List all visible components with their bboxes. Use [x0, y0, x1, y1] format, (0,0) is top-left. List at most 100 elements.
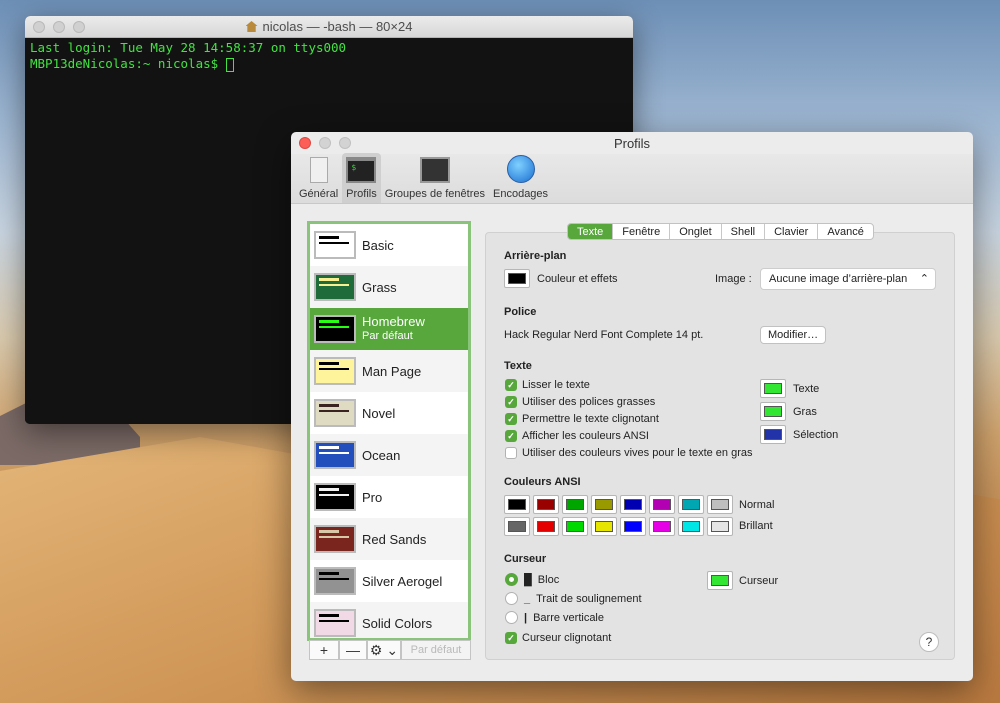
- ansi-color-well[interactable]: [533, 517, 559, 536]
- terminal-prompt: MBP13deNicolas:~ nicolas$: [30, 56, 226, 71]
- profile-default-label: Par défaut: [362, 330, 413, 342]
- toolbar-encodings[interactable]: Encodages: [489, 153, 552, 203]
- color-fill: [508, 499, 526, 510]
- text-color-well[interactable]: [760, 402, 786, 421]
- ansi-color-well[interactable]: [649, 495, 675, 514]
- ansi-color-well[interactable]: [620, 495, 646, 514]
- ansi-color-well[interactable]: [620, 517, 646, 536]
- terminal-prompt-line: MBP13deNicolas:~ nicolas$: [30, 56, 628, 72]
- profile-thumbnail: [314, 525, 356, 553]
- image-label: Image :: [715, 273, 752, 285]
- thumbnail-text: [319, 284, 349, 286]
- ansi-color-well[interactable]: [591, 495, 617, 514]
- text-option-checkbox[interactable]: ✓ Lisser le texte: [505, 379, 590, 391]
- default-profile-button[interactable]: Par défaut: [401, 640, 471, 660]
- minimize-button[interactable]: [319, 137, 331, 149]
- close-button[interactable]: [33, 21, 45, 33]
- tab-text[interactable]: Texte: [568, 224, 614, 239]
- ansi-color-well[interactable]: [678, 495, 704, 514]
- zoom-button[interactable]: [73, 21, 85, 33]
- ansi-color-well[interactable]: [504, 517, 530, 536]
- cursor-style-radio[interactable]: | Barre verticale: [505, 611, 604, 624]
- cursor-style-label: Bloc: [537, 573, 560, 586]
- preferences-window[interactable]: Profils Général Profils Groupes de fenêt…: [291, 132, 973, 681]
- profile-list[interactable]: Basic Grass Homebrew Par défaut Man Page Nove…: [307, 221, 471, 641]
- gear-menu-button[interactable]: ⚙ ⌄: [367, 640, 401, 660]
- text-option-checkbox[interactable]: Utiliser des couleurs vives pour le text…: [505, 447, 753, 459]
- text-color-well[interactable]: [760, 425, 786, 444]
- profile-item[interactable]: Pro: [310, 476, 468, 518]
- ansi-header: Couleurs ANSI: [504, 476, 581, 488]
- close-button[interactable]: [299, 137, 311, 149]
- toolbar-window-groups[interactable]: Groupes de fenêtres: [381, 153, 489, 203]
- zoom-button[interactable]: [339, 137, 351, 149]
- toolbar-general[interactable]: Général: [295, 153, 342, 203]
- tab-window[interactable]: Fenêtre: [613, 224, 671, 239]
- tab-keyboard[interactable]: Clavier: [765, 224, 819, 239]
- ansi-color-well[interactable]: [678, 517, 704, 536]
- text-option-label: Afficher les couleurs ANSI: [522, 430, 649, 442]
- window-controls: [33, 21, 85, 33]
- tab-advanced[interactable]: Avancé: [818, 224, 873, 239]
- profile-item[interactable]: Red Sands: [310, 518, 468, 560]
- ansi-color-well[interactable]: [562, 517, 588, 536]
- ansi-normal-label: Normal: [739, 499, 775, 511]
- remove-profile-button[interactable]: —: [339, 640, 367, 660]
- text-option-checkbox[interactable]: ✓ Permettre le texte clignotant: [505, 413, 659, 425]
- thumbnail-text: [319, 494, 349, 496]
- tab-shell[interactable]: Shell: [722, 224, 766, 239]
- profile-item[interactable]: Basic: [310, 224, 468, 266]
- cursor-color-well[interactable]: [707, 571, 733, 590]
- terminal-line: Last login: Tue May 28 14:58:37 on ttys0…: [30, 40, 347, 55]
- ansi-color-well[interactable]: [649, 517, 675, 536]
- profile-item[interactable]: Homebrew Par défaut: [310, 308, 468, 350]
- window-groups-icon: [419, 157, 450, 183]
- terminal-title: nicolas — -bash — 80×24: [262, 19, 413, 34]
- help-button[interactable]: ?: [919, 632, 939, 652]
- text-color-well[interactable]: [760, 379, 786, 398]
- color-fill: [566, 499, 584, 510]
- checkmark-icon: ✓: [505, 430, 517, 442]
- color-fill: [537, 499, 555, 510]
- thumbnail-text: [319, 530, 339, 533]
- profiles-icon: [346, 157, 377, 183]
- cursor-style-radio[interactable]: _ Trait de soulignement: [505, 592, 642, 605]
- ansi-color-well[interactable]: [562, 495, 588, 514]
- background-color-well[interactable]: [504, 269, 530, 288]
- cursor-color: [711, 575, 729, 586]
- profile-item[interactable]: Novel: [310, 392, 468, 434]
- add-profile-button[interactable]: +: [309, 640, 339, 660]
- text-header: Texte: [504, 360, 532, 372]
- color-fill: [764, 429, 782, 440]
- text-color-label: Sélection: [793, 429, 839, 441]
- home-icon: [245, 21, 258, 32]
- cursor-header: Curseur: [504, 553, 547, 565]
- background-image-select[interactable]: Aucune image d’arrière-plan ⌃: [760, 268, 936, 290]
- text-option-checkbox[interactable]: ✓ Utiliser des polices grasses: [505, 396, 655, 408]
- terminal-titlebar[interactable]: nicolas — -bash — 80×24: [25, 16, 633, 38]
- profile-item[interactable]: Ocean: [310, 434, 468, 476]
- ansi-color-well[interactable]: [533, 495, 559, 514]
- profile-name: Grass: [362, 279, 397, 295]
- ansi-color-well[interactable]: [591, 517, 617, 536]
- minimize-button[interactable]: [53, 21, 65, 33]
- cursor-glyph: _: [524, 592, 531, 605]
- ansi-color-well[interactable]: [707, 495, 733, 514]
- toolbar-label: Profils: [346, 188, 377, 200]
- text-option-checkbox[interactable]: ✓ Afficher les couleurs ANSI: [505, 430, 649, 442]
- tab-tab[interactable]: Onglet: [670, 224, 722, 239]
- profile-item[interactable]: Solid Colors: [310, 602, 468, 638]
- profile-item[interactable]: Grass: [310, 266, 468, 308]
- toolbar-profiles[interactable]: Profils: [342, 153, 381, 203]
- blink-cursor-checkbox[interactable]: ✓ Curseur clignotant: [505, 632, 611, 644]
- modify-font-button[interactable]: Modifier…: [760, 326, 827, 344]
- profile-item[interactable]: Man Page: [310, 350, 468, 392]
- preferences-titlebar[interactable]: Profils: [291, 132, 973, 154]
- ansi-color-well[interactable]: [707, 517, 733, 536]
- checkmark-icon: ✓: [505, 396, 517, 408]
- cursor-style-radio[interactable]: █ Bloc: [505, 573, 559, 586]
- profile-name-block: Red Sands: [362, 532, 426, 547]
- radio-icon: [505, 573, 518, 586]
- ansi-color-well[interactable]: [504, 495, 530, 514]
- profile-item[interactable]: Silver Aerogel: [310, 560, 468, 602]
